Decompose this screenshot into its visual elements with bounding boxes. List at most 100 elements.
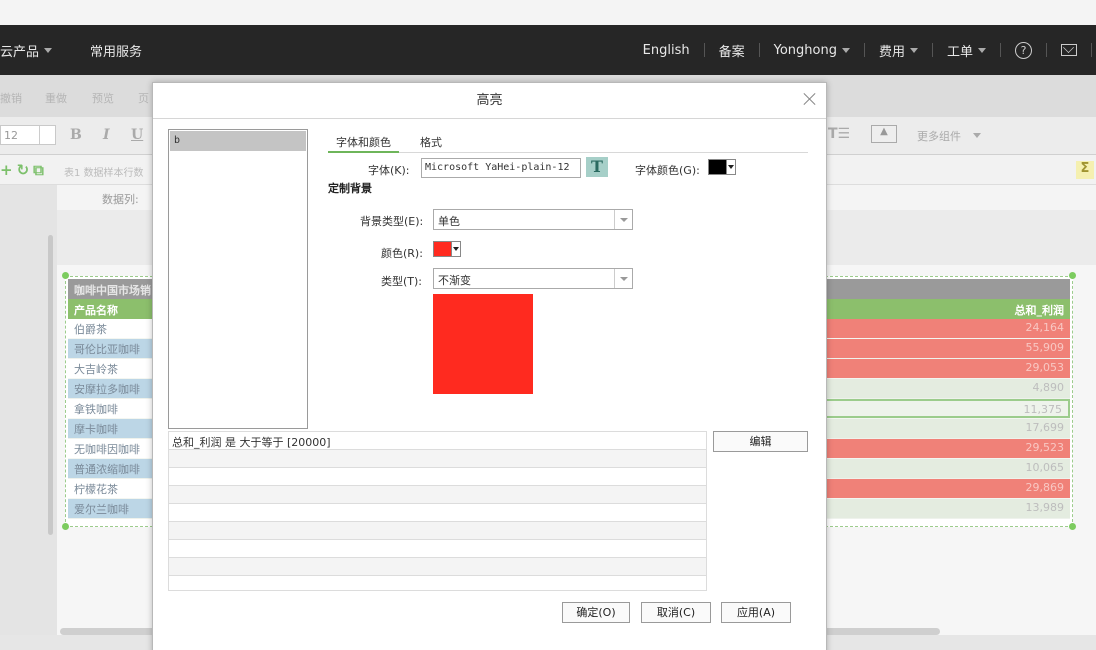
add-refresh-export-icons[interactable]: +↻⧉ bbox=[0, 161, 48, 179]
profit-cell: 4,890 bbox=[820, 379, 1070, 398]
profit-cell: 29,523 bbox=[820, 439, 1070, 458]
profit-cell: 29,053 bbox=[820, 359, 1070, 378]
browser-top-strip bbox=[0, 0, 1096, 25]
condition-row[interactable] bbox=[169, 558, 706, 576]
nav-label: 工单 bbox=[946, 44, 973, 60]
more-components-button[interactable]: 更多组件 bbox=[917, 128, 961, 144]
mail-icon bbox=[1061, 44, 1077, 56]
gradient-type-select[interactable]: 不渐变 bbox=[433, 268, 633, 289]
highlight-dialog: 高亮 b 字体和颜色 格式 字体(K): Microsoft YaHei-pla… bbox=[152, 82, 827, 650]
nav-user[interactable]: Yonghong bbox=[760, 25, 864, 75]
close-icon[interactable] bbox=[802, 91, 818, 107]
nav-label: 常用服务 bbox=[90, 44, 143, 60]
nav-billing[interactable]: 费用 bbox=[865, 25, 932, 75]
rule-item[interactable]: b bbox=[170, 131, 306, 151]
condition-row[interactable] bbox=[169, 540, 706, 558]
condition-row[interactable] bbox=[169, 450, 706, 468]
font-size-value: 12 bbox=[4, 129, 18, 142]
background-color-picker[interactable] bbox=[433, 241, 461, 257]
product-name-cell: 柠檬花茶 bbox=[68, 479, 154, 498]
chevron-down-icon bbox=[909, 47, 918, 53]
redo-button[interactable]: 重做 bbox=[45, 90, 67, 106]
sheet-hint: 数据样本行数 bbox=[83, 168, 144, 179]
image-component-icon[interactable]: ▲ bbox=[871, 125, 897, 143]
condition-row[interactable]: 总和_利润 是 大于等于 [20000] bbox=[169, 432, 706, 450]
resize-handle[interactable] bbox=[62, 272, 69, 279]
cancel-button[interactable]: 取消(C) bbox=[641, 602, 711, 623]
italic-button[interactable]: I bbox=[103, 127, 110, 143]
font-label: 字体(K): bbox=[368, 164, 410, 177]
chevron-down-icon bbox=[841, 47, 850, 53]
chevron-down-icon bbox=[978, 47, 986, 53]
background-type-value: 单色 bbox=[438, 215, 460, 228]
resize-handle[interactable] bbox=[62, 523, 69, 530]
background-type-select[interactable]: 单色 bbox=[433, 209, 633, 230]
chevron-down-icon bbox=[451, 242, 460, 256]
nav-common-services[interactable]: 常用服务 bbox=[66, 25, 156, 75]
resize-handle[interactable] bbox=[1069, 523, 1076, 530]
product-name-cell: 普通浓缩咖啡 bbox=[68, 459, 154, 478]
profit-cell: 24,164 bbox=[820, 319, 1070, 338]
profit-cell: 10,065 bbox=[820, 459, 1070, 478]
highlight-rule-list: b bbox=[168, 129, 308, 429]
sigma-icon[interactable]: Σ bbox=[1076, 161, 1094, 179]
chevron-down-icon bbox=[614, 269, 632, 288]
background-preview bbox=[433, 294, 533, 394]
left-scrollbar[interactable] bbox=[48, 235, 53, 535]
color-label: 颜色(R): bbox=[381, 247, 423, 260]
resize-handle[interactable] bbox=[1069, 272, 1076, 279]
condition-row[interactable] bbox=[169, 486, 706, 504]
condition-row[interactable] bbox=[169, 522, 706, 540]
condition-list: 总和_利润 是 大于等于 [20000] bbox=[168, 431, 707, 591]
page-button[interactable]: 页 bbox=[138, 90, 149, 106]
profit-cell: 17,699 bbox=[820, 419, 1070, 438]
font-size-select[interactable]: 12 bbox=[0, 125, 56, 145]
chevron-down-icon bbox=[973, 133, 981, 138]
nav-filing[interactable]: 备案 bbox=[705, 25, 759, 75]
header-profit-sum: 总和_利润 bbox=[1014, 304, 1065, 317]
dialog-title-text: 高亮 bbox=[476, 93, 503, 108]
profit-cell: 11,375 bbox=[820, 399, 1070, 418]
edit-button[interactable]: 编辑 bbox=[713, 431, 808, 452]
sheet-name: 表1 bbox=[64, 168, 81, 179]
ok-button[interactable]: 确定(O) bbox=[562, 602, 630, 623]
header-product-name: 产品名称 bbox=[74, 304, 118, 317]
condition-row[interactable] bbox=[169, 504, 706, 522]
nav-label: 费用 bbox=[878, 44, 905, 60]
product-name-cell: 爱尔兰咖啡 bbox=[68, 499, 154, 518]
nav-label: 备案 bbox=[718, 44, 745, 60]
font-color-picker[interactable] bbox=[708, 159, 736, 175]
nav-english[interactable]: English bbox=[629, 25, 704, 75]
nav-label: English bbox=[642, 42, 690, 58]
nav-help[interactable]: ? bbox=[1001, 25, 1046, 75]
font-field[interactable]: Microsoft YaHei-plain-12 bbox=[421, 158, 581, 178]
custom-background-title: 定制背景 bbox=[328, 182, 372, 195]
font-picker-icon[interactable]: T bbox=[586, 157, 608, 177]
product-name-cell: 安摩拉多咖啡 bbox=[68, 379, 154, 398]
nav-tickets[interactable]: 工单 bbox=[933, 25, 1000, 75]
tab-format[interactable]: 格式 bbox=[412, 133, 450, 153]
profit-cell: 55,909 bbox=[820, 339, 1070, 358]
product-name-cell: 无咖啡因咖啡 bbox=[68, 439, 154, 458]
nav-cloud-products[interactable]: 云产品 bbox=[0, 25, 66, 75]
preview-button[interactable]: 预览 bbox=[92, 90, 114, 106]
product-name-cell: 大吉岭茶 bbox=[68, 359, 154, 378]
sheet-label: 表1 数据样本行数 bbox=[64, 164, 144, 179]
bold-button[interactable]: B bbox=[70, 127, 82, 143]
nav-mail[interactable] bbox=[1047, 25, 1091, 75]
font-color-label: 字体颜色(G): bbox=[635, 164, 700, 177]
underline-button[interactable]: U bbox=[131, 127, 143, 143]
background-type-label: 背景类型(E): bbox=[360, 215, 424, 228]
product-name-cell: 伯爵茶 bbox=[68, 319, 154, 338]
undo-button[interactable]: 撤销 bbox=[0, 90, 22, 106]
chevron-down-icon bbox=[726, 160, 735, 174]
apply-button[interactable]: 应用(A) bbox=[721, 602, 791, 623]
condition-row[interactable] bbox=[169, 468, 706, 486]
product-name-cell: 摩卡咖啡 bbox=[68, 419, 154, 438]
dialog-title: 高亮 bbox=[153, 83, 826, 119]
top-nav: 云产品 常用服务 English 备案 Yonghong 费用 工单 ? bbox=[0, 25, 1096, 75]
profit-cell: 29,869 bbox=[820, 479, 1070, 498]
tab-font-color[interactable]: 字体和颜色 bbox=[328, 133, 399, 153]
nav-label: 云产品 bbox=[0, 44, 40, 60]
text-component-icon[interactable]: T☰ bbox=[828, 126, 850, 142]
